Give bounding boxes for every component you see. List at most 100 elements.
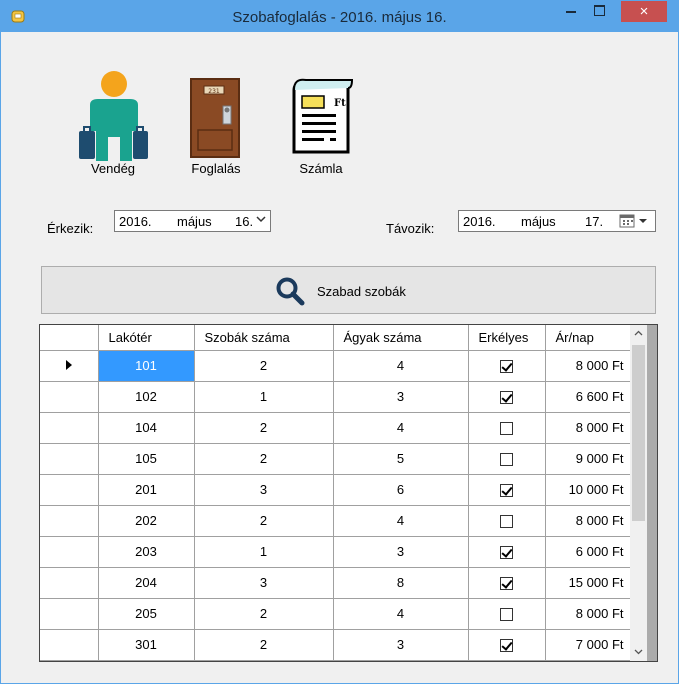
row-header[interactable] [40,567,99,599]
rooms-count-cell[interactable]: 2 [194,443,334,475]
close-button[interactable]: × [621,1,667,22]
departure-month[interactable]: május [521,214,556,229]
rooms-count-cell[interactable]: 1 [194,381,334,413]
row-header[interactable] [40,598,99,630]
arrival-year[interactable]: 2016. [119,214,152,229]
row-header[interactable] [40,629,99,661]
row-header[interactable] [40,536,99,568]
row-header[interactable] [40,505,99,537]
price-cell[interactable]: 15 000 Ft [545,567,631,599]
scroll-up-icon[interactable] [630,325,647,342]
row-header[interactable] [40,350,99,382]
balcony-checkbox-checked[interactable] [500,577,513,591]
column-header-rooms[interactable]: Szobák száma [194,325,334,351]
rooms-count-cell[interactable]: 2 [194,629,334,661]
balcony-checkbox-unchecked[interactable] [500,608,513,622]
room-cell[interactable]: 204 [98,567,195,599]
beds-count-cell[interactable]: 4 [333,350,469,382]
price-cell[interactable]: 8 000 Ft [545,505,631,537]
title-bar[interactable]: Szobafoglalás - 2016. május 16. × [1,1,678,32]
column-header-price[interactable]: Ár/nap [545,325,631,351]
booking-button[interactable]: 231 Foglalás [182,78,250,178]
chevron-down-icon[interactable] [256,215,266,226]
beds-count-cell[interactable]: 8 [333,567,469,599]
beds-count-cell[interactable]: 3 [333,381,469,413]
beds-count-cell[interactable]: 6 [333,474,469,506]
table-row[interactable]: 201 3 6 10 000 Ft [40,474,631,506]
room-cell[interactable]: 203 [98,536,195,568]
balcony-checkbox-unchecked[interactable] [500,422,513,436]
balcony-cell[interactable] [468,443,546,475]
departure-year[interactable]: 2016. [463,214,496,229]
departure-day[interactable]: 17. [585,214,603,229]
rooms-count-cell[interactable]: 2 [194,350,334,382]
arrival-date-picker[interactable]: 2016. május 16. [114,210,271,232]
balcony-checkbox-checked[interactable] [500,546,513,560]
table-row[interactable]: 204 3 8 15 000 Ft [40,567,631,599]
departure-date-picker[interactable]: 2016. május 17. [458,210,656,232]
row-header[interactable] [40,443,99,475]
row-header[interactable] [40,412,99,444]
maximize-button[interactable] [586,1,616,22]
arrival-month[interactable]: május [177,214,212,229]
room-cell[interactable]: 102 [98,381,195,413]
balcony-checkbox-checked[interactable] [500,360,513,374]
column-header-balcony[interactable]: Erkélyes [468,325,546,351]
balcony-checkbox-checked[interactable] [500,391,513,405]
room-cell[interactable]: 202 [98,505,195,537]
balcony-cell[interactable] [468,505,546,537]
minimize-button[interactable] [556,1,586,22]
rooms-count-cell[interactable]: 3 [194,567,334,599]
room-cell[interactable]: 201 [98,474,195,506]
table-row[interactable]: 102 1 3 6 600 Ft [40,381,631,413]
beds-count-cell[interactable]: 4 [333,505,469,537]
table-row[interactable]: 202 2 4 8 000 Ft [40,505,631,537]
balcony-cell[interactable] [468,381,546,413]
table-row[interactable]: 104 2 4 8 000 Ft [40,412,631,444]
balcony-cell[interactable] [468,350,546,382]
column-header-beds[interactable]: Ágyak száma [333,325,469,351]
rooms-count-cell[interactable]: 1 [194,536,334,568]
balcony-cell[interactable] [468,629,546,661]
invoice-button[interactable]: Ft Számla [286,78,356,178]
balcony-checkbox-checked[interactable] [500,484,513,498]
row-header[interactable] [40,474,99,506]
balcony-checkbox-unchecked[interactable] [500,453,513,467]
calendar-dropdown-icon[interactable] [619,214,653,231]
price-cell[interactable]: 6 600 Ft [545,381,631,413]
arrival-day[interactable]: 16. [235,214,253,229]
beds-count-cell[interactable]: 3 [333,536,469,568]
price-cell[interactable]: 8 000 Ft [545,598,631,630]
price-cell[interactable]: 8 000 Ft [545,350,631,382]
scroll-down-icon[interactable] [630,644,647,661]
rooms-count-cell[interactable]: 3 [194,474,334,506]
table-row[interactable]: 203 1 3 6 000 Ft [40,536,631,568]
beds-count-cell[interactable]: 3 [333,629,469,661]
beds-count-cell[interactable]: 4 [333,598,469,630]
balcony-cell[interactable] [468,412,546,444]
column-header-room[interactable]: Lakótér [98,325,195,351]
price-cell[interactable]: 8 000 Ft [545,412,631,444]
table-row[interactable]: 205 2 4 8 000 Ft [40,598,631,630]
table-row[interactable]: 105 2 5 9 000 Ft [40,443,631,475]
room-cell[interactable]: 104 [98,412,195,444]
balcony-cell[interactable] [468,474,546,506]
price-cell[interactable]: 10 000 Ft [545,474,631,506]
balcony-cell[interactable] [468,598,546,630]
table-row[interactable]: 301 2 3 7 000 Ft [40,629,631,661]
room-cell[interactable]: 301 [98,629,195,661]
balcony-checkbox-unchecked[interactable] [500,515,513,529]
free-rooms-button[interactable]: Szabad szobák [41,266,656,314]
vertical-scrollbar[interactable] [630,325,647,661]
price-cell[interactable]: 6 000 Ft [545,536,631,568]
guest-button[interactable]: Vendég [73,69,153,179]
row-header[interactable] [40,381,99,413]
table-row[interactable]: 101 2 4 8 000 Ft [40,350,631,382]
beds-count-cell[interactable]: 4 [333,412,469,444]
price-cell[interactable]: 9 000 Ft [545,443,631,475]
balcony-cell[interactable] [468,536,546,568]
room-cell[interactable]: 101 [98,350,195,382]
rooms-grid[interactable]: Lakótér Szobák száma Ágyak száma Erkélye… [39,324,658,662]
room-cell[interactable]: 205 [98,598,195,630]
rooms-count-cell[interactable]: 2 [194,505,334,537]
